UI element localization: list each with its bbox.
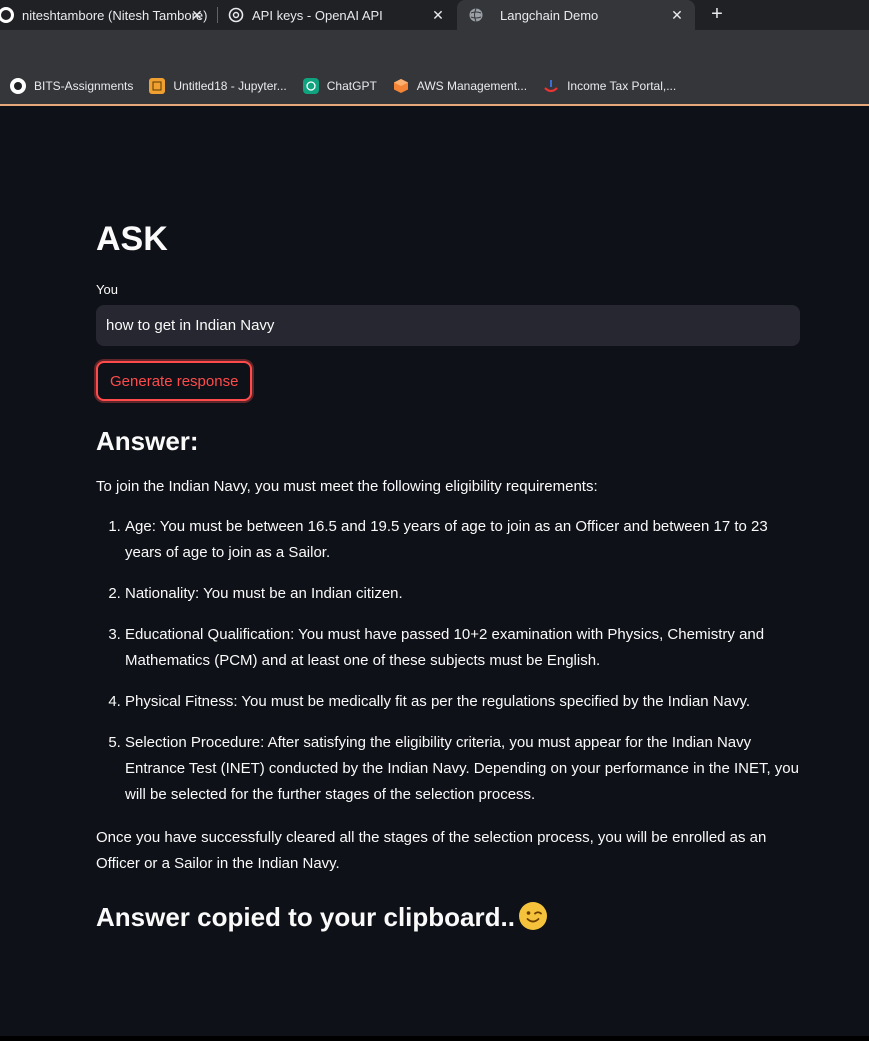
tab-title: niteshtambore (Nitesh Tambore) [22, 7, 208, 23]
answer-heading: Answer: [96, 426, 199, 456]
close-icon[interactable]: ✕ [669, 7, 685, 23]
input-label: You [96, 282, 118, 297]
close-icon[interactable]: ✕ [430, 7, 446, 23]
bookmark-label: Untitled18 - Jupyter... [173, 79, 287, 93]
winking-face-icon [518, 902, 547, 931]
tab-openai[interactable]: API keys - OpenAI API ✕ [228, 0, 456, 30]
bookmarks-bar: BITS-Assignments Untitled18 - Jupyter...… [0, 68, 869, 106]
globe-icon [468, 7, 484, 23]
chatgpt-icon [302, 78, 319, 94]
aws-cube-icon [393, 78, 409, 94]
bookmark-label: ChatGPT [326, 79, 377, 93]
app-main: ASK You Generate response Answer: To joi… [0, 108, 869, 1041]
generate-response-button[interactable]: Generate response [96, 361, 253, 401]
tab-langchain-demo[interactable]: Langchain Demo ✕ [457, 0, 695, 30]
bookmark-income-tax[interactable]: Income Tax Portal,... [543, 78, 676, 94]
github-icon [0, 7, 14, 23]
book-icon [149, 78, 166, 94]
income-tax-icon [543, 78, 559, 94]
bookmark-aws[interactable]: AWS Management... [393, 78, 527, 94]
list-item: Selection Procedure: After satisfying th… [125, 730, 800, 808]
browser-tab-strip: niteshtambore (Nitesh Tambore) ✕ API key… [0, 0, 869, 30]
copied-heading: Answer copied to your clipboard.. [96, 902, 547, 933]
openai-icon [228, 7, 244, 23]
close-icon[interactable]: ✕ [189, 7, 205, 23]
bookmark-chatgpt[interactable]: ChatGPT [302, 78, 377, 94]
bookmark-label: Income Tax Portal,... [567, 79, 677, 93]
bookmark-bits-assignments[interactable]: BITS-Assignments [10, 78, 133, 94]
bookmark-jupyter[interactable]: Untitled18 - Jupyter... [149, 78, 287, 94]
copied-heading-text: Answer copied to your clipboard.. [96, 902, 515, 932]
list-item: Age: You must be between 16.5 and 19.5 y… [125, 514, 800, 566]
tab-title: Langchain Demo [500, 7, 599, 23]
new-tab-button[interactable]: + [707, 3, 727, 25]
tab-divider [217, 7, 218, 23]
bookmark-label: BITS-Assignments [34, 79, 134, 93]
answer-closing: Once you have successfully cleared all t… [96, 829, 767, 872]
page-title: ASK [96, 220, 168, 258]
list-item: Nationality: You must be an Indian citiz… [125, 581, 800, 607]
bookmark-label: AWS Management... [416, 79, 528, 93]
bottom-edge [0, 1036, 869, 1041]
answer-intro: To join the Indian Navy, you must meet t… [96, 478, 598, 495]
browser-toolbar [0, 30, 869, 68]
tab-github[interactable]: niteshtambore (Nitesh Tambore) ✕ [0, 0, 215, 30]
list-item: Educational Qualification: You must have… [125, 622, 800, 674]
eligibility-list: Age: You must be between 16.5 and 19.5 y… [96, 514, 800, 823]
github-icon [10, 78, 26, 94]
tab-title: API keys - OpenAI API [252, 7, 383, 23]
question-input[interactable] [96, 305, 800, 346]
list-item: Physical Fitness: You must be medically … [125, 689, 800, 715]
